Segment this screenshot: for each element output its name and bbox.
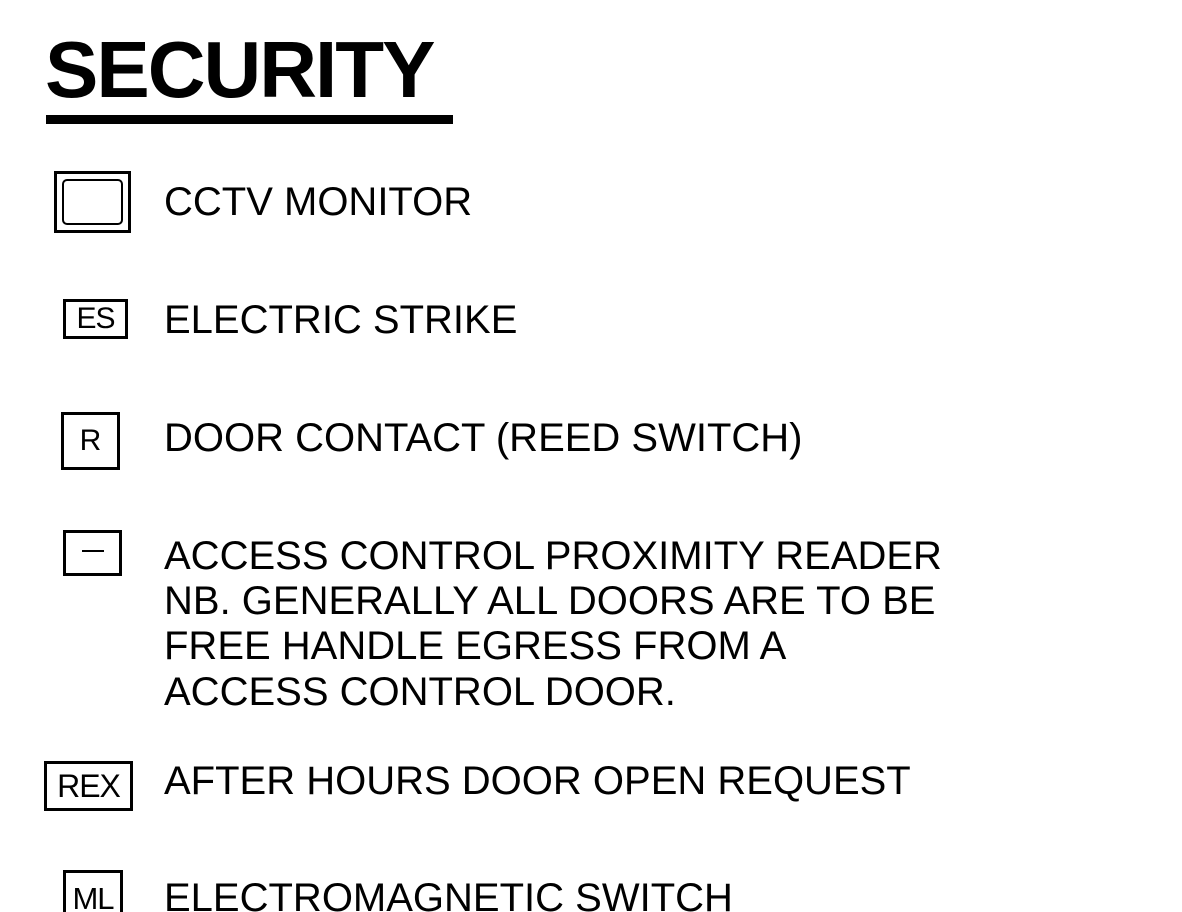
magnetic-lock-symbol-text: ML [72,881,114,912]
cctv-monitor-icon [54,171,131,233]
rex-button-icon: REX [44,761,133,811]
legend-label-cctv-monitor: CCTV MONITOR [164,180,473,224]
legend-label-electric-strike: ELECTRIC STRIKE [164,298,518,342]
proximity-reader-slot [81,550,104,552]
legend-note-line-1: NB. GENERALLY ALL DOORS ARE TO BE [164,579,936,623]
security-legend-sheet: SECURITY CCTV MONITOR ES ELECTRIC STRIKE… [0,0,1182,912]
electric-strike-icon: ES [63,299,128,339]
legend-label-electromagnetic-switch: ELECTROMAGNETIC SWITCH [164,876,733,912]
legend-note-line-3: ACCESS CONTROL DOOR. [164,670,676,714]
title-underline [46,115,453,124]
legend-label-rex: AFTER HOURS DOOR OPEN REQUEST [164,759,911,803]
magnetic-lock-icon: ML [63,870,123,912]
legend-label-proximity-reader: ACCESS CONTROL PROXIMITY READER [164,534,942,578]
legend-note-line-2: FREE HANDLE EGRESS FROM A [164,624,787,668]
door-contact-symbol-text: R [79,424,102,457]
monitor-screen-outline [62,179,123,225]
legend-label-door-contact: DOOR CONTACT (REED SWITCH) [164,416,803,460]
legend-title: SECURITY [45,25,435,114]
proximity-reader-icon [63,530,122,576]
door-contact-icon: R [61,412,120,470]
rex-symbol-text: REX [57,767,121,804]
electric-strike-symbol-text: ES [76,302,115,335]
